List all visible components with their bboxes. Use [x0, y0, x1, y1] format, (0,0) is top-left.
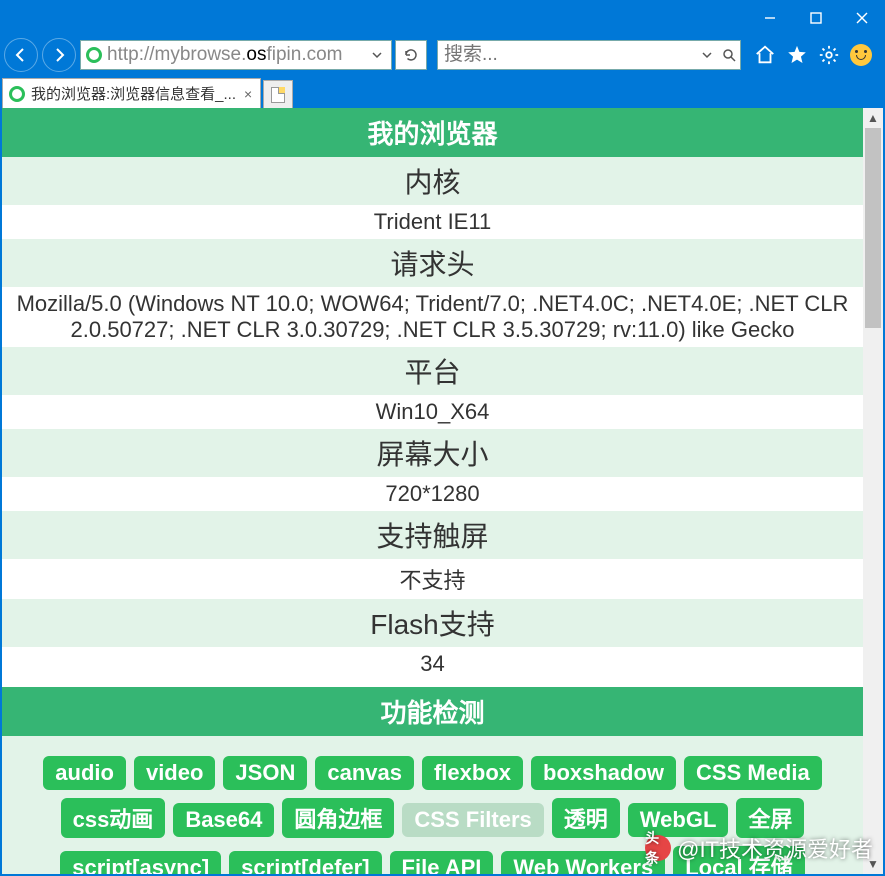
feature-chip[interactable]: 透明 — [552, 798, 620, 838]
back-button[interactable] — [4, 38, 38, 72]
viewport: 我的浏览器 内核Trident IE11请求头Mozilla/5.0 (Wind… — [2, 108, 883, 874]
forward-button[interactable] — [42, 38, 76, 72]
scroll-thumb[interactable] — [865, 128, 881, 328]
tab-strip: 我的浏览器:浏览器信息查看_... × — [0, 74, 885, 108]
star-icon[interactable] — [785, 43, 809, 67]
scroll-up-icon[interactable]: ▲ — [863, 108, 883, 128]
feature-chip[interactable]: video — [134, 756, 215, 790]
smile-icon[interactable] — [849, 43, 873, 67]
address-dropdown-icon[interactable] — [363, 50, 391, 60]
info-value: Mozilla/5.0 (Windows NT 10.0; WOW64; Tri… — [2, 287, 863, 347]
gear-icon[interactable] — [817, 43, 841, 67]
refresh-button[interactable] — [395, 40, 427, 70]
window-frame: http://mybrowse.osfipin.com — [0, 0, 885, 876]
feature-chip[interactable]: boxshadow — [531, 756, 676, 790]
feature-chip[interactable]: CSS Media — [684, 756, 822, 790]
tab-close-icon[interactable]: × — [242, 86, 254, 102]
address-bar[interactable]: http://mybrowse.osfipin.com — [80, 40, 392, 70]
new-tab-button[interactable] — [263, 80, 293, 108]
tab-title: 我的浏览器:浏览器信息查看_... — [31, 83, 236, 104]
scroll-track[interactable] — [863, 128, 883, 854]
site-favicon-icon — [81, 47, 107, 63]
info-value: Trident IE11 — [2, 205, 863, 239]
maximize-button[interactable] — [793, 0, 839, 36]
search-bar — [437, 40, 741, 70]
feature-chip[interactable]: script[async] — [60, 851, 221, 874]
info-value: 不支持 — [2, 559, 863, 599]
feature-chip[interactable]: File API — [390, 851, 494, 874]
page-content: 我的浏览器 内核Trident IE11请求头Mozilla/5.0 (Wind… — [2, 108, 863, 874]
info-rows: 内核Trident IE11请求头Mozilla/5.0 (Windows NT… — [2, 157, 863, 681]
watermark-text: @IT技术资源爱好者 — [677, 832, 873, 864]
feature-chip[interactable]: audio — [43, 756, 126, 790]
vertical-scrollbar[interactable]: ▲ ▼ — [863, 108, 883, 874]
info-header: 屏幕大小 — [2, 429, 863, 477]
page-title: 我的浏览器 — [2, 108, 863, 157]
feature-chip[interactable]: script[defer] — [229, 851, 381, 874]
toolbar: http://mybrowse.osfipin.com — [0, 36, 885, 74]
tab-favicon-icon — [9, 86, 25, 102]
home-icon[interactable] — [753, 43, 777, 67]
close-button[interactable] — [839, 0, 885, 36]
watermark-icon: 头条 — [645, 835, 671, 861]
feature-chip[interactable]: css动画 — [61, 798, 166, 838]
info-value: 720*1280 — [2, 477, 863, 511]
info-header: 支持触屏 — [2, 511, 863, 559]
info-header: 内核 — [2, 157, 863, 205]
tab-active[interactable]: 我的浏览器:浏览器信息查看_... × — [2, 78, 261, 108]
search-go-button[interactable] — [718, 41, 741, 69]
new-tab-icon — [271, 87, 285, 103]
section-feature-title: 功能检测 — [2, 687, 863, 736]
feature-chip[interactable]: Web Workers — [501, 851, 665, 874]
feature-chip[interactable]: JSON — [223, 756, 307, 790]
info-value: Win10_X64 — [2, 395, 863, 429]
feature-chip[interactable]: 圆角边框 — [282, 798, 394, 838]
feature-chip[interactable]: canvas — [315, 756, 414, 790]
quick-icons — [745, 43, 881, 67]
address-text: http://mybrowse.osfipin.com — [107, 44, 363, 66]
feature-chip[interactable]: flexbox — [422, 756, 523, 790]
search-dropdown-icon[interactable] — [695, 41, 718, 69]
feature-chip[interactable]: CSS Filters — [402, 803, 543, 837]
search-input[interactable] — [438, 44, 695, 66]
info-header: 请求头 — [2, 239, 863, 287]
info-header: Flash支持 — [2, 599, 863, 647]
watermark: 头条 @IT技术资源爱好者 — [645, 832, 873, 864]
feature-chip[interactable]: Base64 — [173, 803, 274, 837]
info-header: 平台 — [2, 347, 863, 395]
minimize-button[interactable] — [747, 0, 793, 36]
title-bar — [0, 0, 885, 36]
info-value: 34 — [2, 647, 863, 681]
